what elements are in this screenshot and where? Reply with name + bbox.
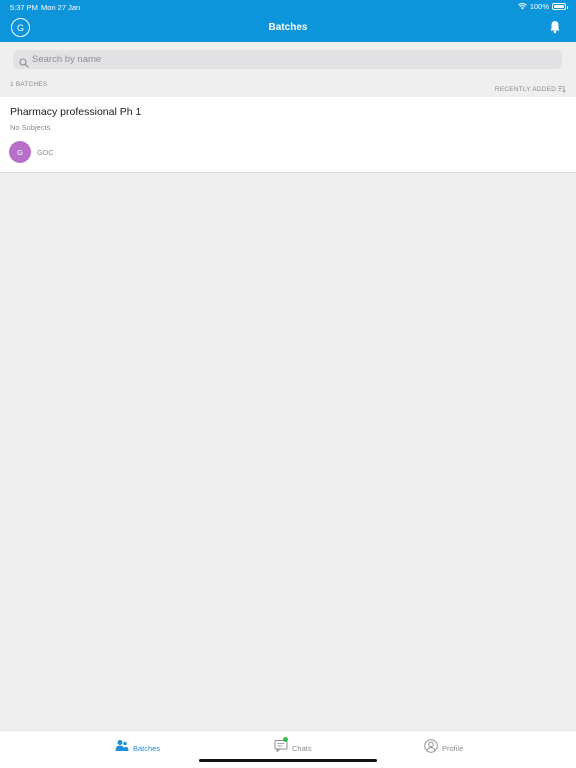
chat-unread-badge <box>283 737 288 742</box>
tab-batches-label: Batches <box>133 743 161 753</box>
batch-count: 1 BATCHES <box>10 81 48 88</box>
batch-title: Pharmacy professional Ph 1 <box>10 106 142 118</box>
bell-icon[interactable] <box>548 20 562 34</box>
batch-subtitle: No Subjects <box>10 123 51 132</box>
search-icon <box>19 55 29 68</box>
status-right: 100% <box>517 2 568 11</box>
tab-chats-label: Chats <box>292 743 312 753</box>
owner-name: GDC <box>37 148 54 157</box>
battery-icon <box>552 3 568 10</box>
batch-card[interactable]: Pharmacy professional Ph 1 No Subjects G… <box>0 97 576 173</box>
owner-avatar: G <box>9 141 31 163</box>
tab-profile[interactable]: Profile <box>424 739 463 758</box>
batches-icon <box>115 739 129 757</box>
sort-button[interactable]: RECENTLY ADDED <box>495 80 566 98</box>
tab-chats[interactable]: Chats <box>274 737 312 757</box>
sort-label: RECENTLY ADDED <box>494 85 556 93</box>
status-bar: 5:37 PM Mon 27 Jan 100% <box>0 0 576 14</box>
sort-icon <box>558 80 566 98</box>
list-header: 1 BATCHES RECENTLY ADDED <box>0 78 576 96</box>
tab-bar: Batches Chats Profile <box>0 730 576 768</box>
home-indicator[interactable] <box>199 759 377 762</box>
battery-percent: 100% <box>529 2 549 11</box>
status-date: Mon 27 Jan <box>41 3 81 12</box>
wifi-icon <box>517 3 527 10</box>
chat-icon <box>274 737 288 757</box>
profile-icon <box>424 739 438 758</box>
screen: 5:37 PM Mon 27 Jan 100% G Batches Search… <box>0 0 576 768</box>
top-header: 5:37 PM Mon 27 Jan 100% G Batches <box>0 0 576 42</box>
search-section <box>0 42 576 78</box>
tab-profile-label: Profile <box>442 744 464 753</box>
tab-batches[interactable]: Batches <box>115 739 160 757</box>
page-title: Batches <box>268 22 308 33</box>
status-time: 5:37 PM <box>10 3 38 12</box>
search-input[interactable] <box>32 54 532 65</box>
search-bar[interactable] <box>13 50 562 69</box>
